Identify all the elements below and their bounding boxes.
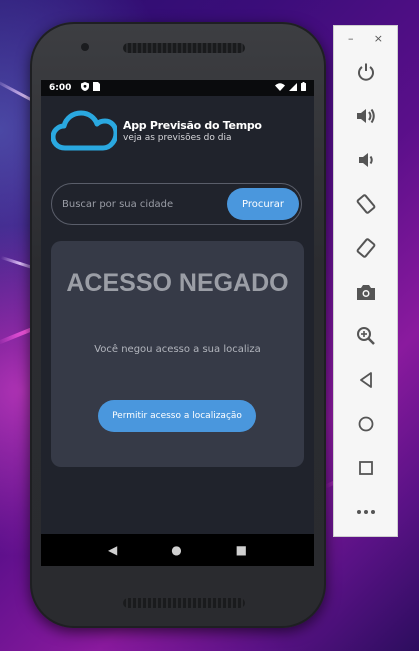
nav-back-icon[interactable]: ◀ bbox=[108, 543, 117, 557]
minimize-icon[interactable]: – bbox=[348, 32, 354, 45]
signal-icon bbox=[289, 82, 297, 94]
camera-icon bbox=[356, 285, 375, 300]
power-button[interactable] bbox=[334, 57, 397, 87]
more-button[interactable] bbox=[334, 497, 397, 527]
wifi-icon bbox=[275, 82, 285, 94]
rotate-left-button[interactable] bbox=[334, 189, 397, 219]
search-button[interactable]: Procurar bbox=[227, 188, 299, 220]
zoom-button[interactable] bbox=[334, 321, 397, 351]
home-button[interactable] bbox=[334, 409, 397, 439]
search-bar: Procurar bbox=[51, 183, 302, 225]
phone-screen: 6:00 App Previsão do Tempo veja as previ… bbox=[41, 80, 314, 566]
allow-location-button[interactable]: Permitir acesso a localização bbox=[98, 400, 256, 432]
bottom-speaker-grille bbox=[123, 598, 245, 608]
access-denied-card: ACESSO NEGADO Você negou acesso a sua lo… bbox=[51, 241, 304, 467]
volume-up-icon bbox=[356, 108, 375, 124]
app-title: App Previsão do Tempo bbox=[123, 119, 262, 132]
home-icon bbox=[358, 416, 373, 432]
rotate-right-button[interactable] bbox=[334, 233, 397, 263]
top-speaker-grille bbox=[123, 43, 245, 53]
app-subtitle: veja as previsões do dia bbox=[123, 133, 232, 143]
rotate-left-icon bbox=[356, 194, 375, 214]
sim-card-icon bbox=[93, 82, 101, 94]
cloud-logo-icon bbox=[51, 110, 117, 151]
phone-frame: 6:00 App Previsão do Tempo veja as previ… bbox=[30, 22, 326, 628]
zoom-icon bbox=[356, 327, 375, 345]
power-icon bbox=[357, 63, 374, 81]
back-button[interactable] bbox=[334, 365, 397, 395]
emulator-toolbar: – × bbox=[333, 25, 398, 537]
nav-recents-icon[interactable]: ■ bbox=[236, 543, 247, 557]
battery-icon bbox=[301, 82, 306, 94]
rotate-right-icon bbox=[356, 238, 375, 258]
access-denied-message: Você negou acesso a sua localiza bbox=[94, 344, 261, 355]
screenshot-button[interactable] bbox=[334, 277, 397, 307]
status-bar: 6:00 bbox=[41, 80, 314, 96]
android-nav-bar: ◀ ● ■ bbox=[41, 534, 314, 566]
city-search-input[interactable] bbox=[52, 197, 224, 211]
volume-up-button[interactable] bbox=[334, 101, 397, 131]
app-header: App Previsão do Tempo veja as previsões … bbox=[51, 110, 262, 152]
volume-down-icon bbox=[358, 153, 373, 167]
status-time: 6:00 bbox=[49, 83, 72, 93]
access-denied-title: ACESSO NEGADO bbox=[66, 269, 289, 297]
overview-button[interactable] bbox=[334, 453, 397, 483]
more-icon bbox=[356, 510, 375, 514]
front-camera bbox=[81, 43, 89, 51]
back-icon bbox=[359, 372, 372, 388]
nav-home-icon[interactable]: ● bbox=[171, 543, 181, 557]
overview-icon bbox=[358, 461, 373, 475]
volume-down-button[interactable] bbox=[334, 145, 397, 175]
close-icon[interactable]: × bbox=[374, 32, 383, 45]
shield-icon bbox=[81, 82, 90, 94]
